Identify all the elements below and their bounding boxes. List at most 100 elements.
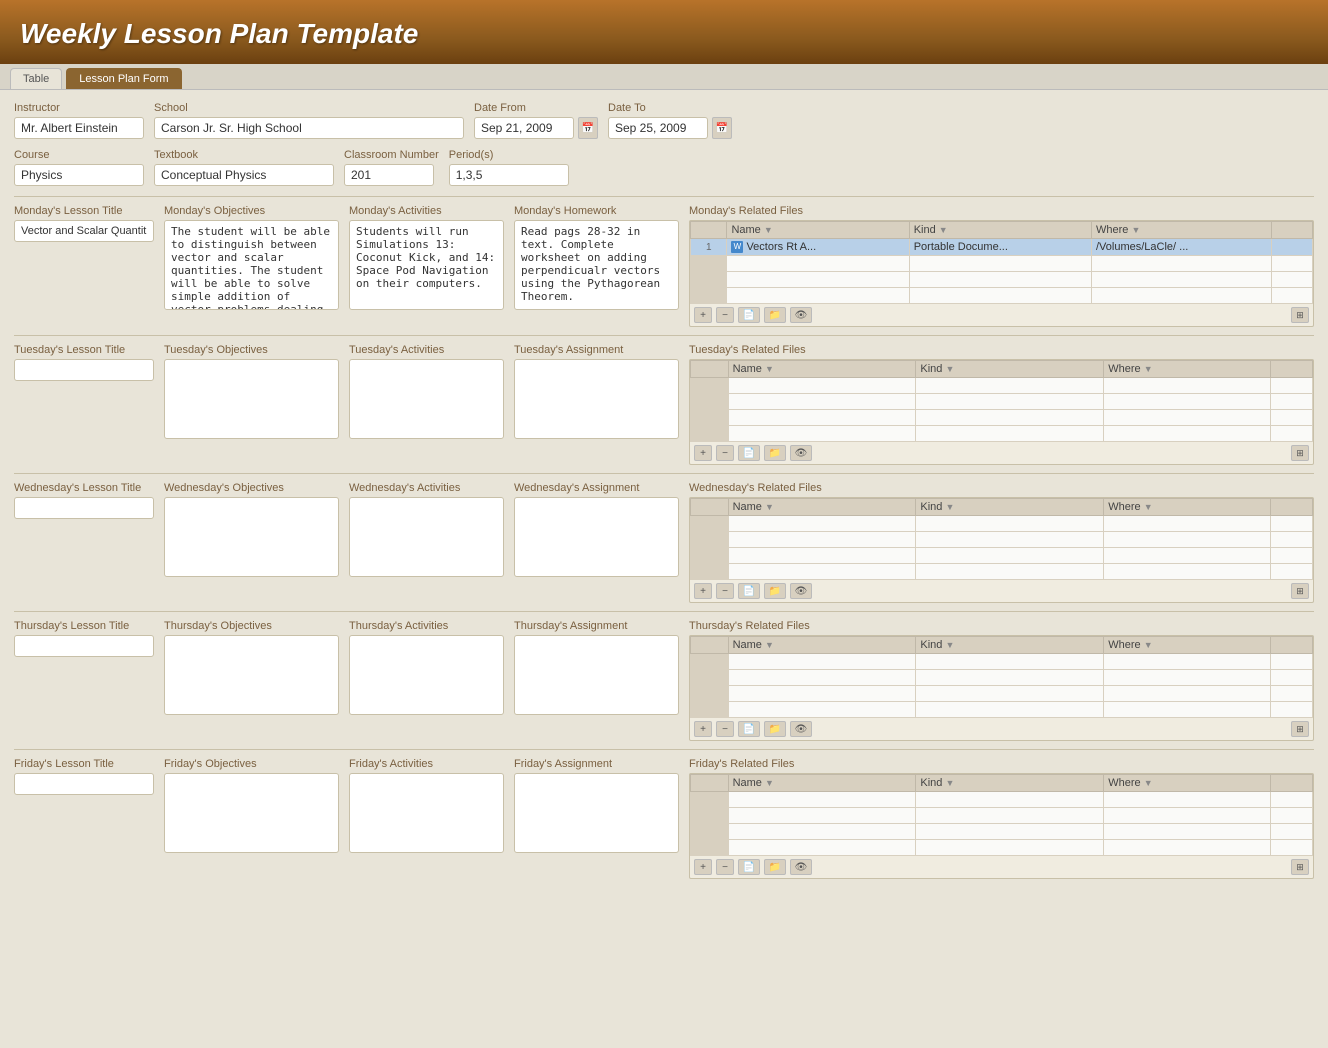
table-row[interactable] (691, 426, 1313, 442)
wednesday-files-th-where[interactable]: Where ▼ (1104, 499, 1271, 516)
thursday-files-th-kind[interactable]: Kind ▼ (916, 637, 1104, 654)
tuesday-homework-textarea[interactable] (514, 359, 679, 439)
thursday-activities-textarea[interactable] (349, 635, 504, 715)
monday-add-file-button[interactable]: + (694, 307, 712, 323)
table-row[interactable] (691, 256, 1313, 272)
monday-objectives-textarea[interactable]: The student will be able to distinguish … (164, 220, 339, 310)
monday-remove-file-button[interactable]: − (716, 307, 734, 323)
wednesday-add-file-button[interactable]: + (694, 583, 712, 599)
tuesday-files-th-name[interactable]: Name ▼ (728, 361, 916, 378)
friday-activities-textarea[interactable] (349, 773, 504, 853)
textbook-input[interactable] (154, 164, 334, 186)
friday-eye-button[interactable]: 👁 (790, 859, 812, 875)
monday-folder-button[interactable]: 📁 (764, 307, 786, 323)
table-row[interactable]: 1 WVectors Rt A... Portable Docume... /V… (691, 239, 1313, 256)
thursday-add-file-button[interactable]: + (694, 721, 712, 737)
table-row[interactable] (691, 792, 1313, 808)
tuesday-add-file-button[interactable]: + (694, 445, 712, 461)
thursday-folder-button[interactable]: 📁 (764, 721, 786, 737)
periods-input[interactable] (449, 164, 569, 186)
tuesday-files-th-where[interactable]: Where ▼ (1104, 361, 1271, 378)
table-row[interactable] (691, 840, 1313, 856)
friday-files-th-kind[interactable]: Kind ▼ (916, 775, 1104, 792)
wednesday-files-th-kind[interactable]: Kind ▼ (916, 499, 1104, 516)
table-row[interactable] (691, 670, 1313, 686)
day-section-tuesday: Tuesday's Lesson Title Tuesday's Objecti… (14, 344, 1314, 465)
date-to-input[interactable] (608, 117, 708, 139)
monday-grid-button[interactable]: ⊞ (1291, 307, 1309, 323)
table-row[interactable] (691, 654, 1313, 670)
table-row[interactable] (691, 272, 1313, 288)
thursday-files-th-where[interactable]: Where ▼ (1104, 637, 1271, 654)
tuesday-eye-button[interactable]: 👁 (790, 445, 812, 461)
table-row[interactable] (691, 702, 1313, 718)
table-row[interactable] (691, 410, 1313, 426)
friday-new-file-button[interactable]: 📄 (738, 859, 760, 875)
table-row[interactable] (691, 394, 1313, 410)
thursday-homework-textarea[interactable] (514, 635, 679, 715)
tuesday-folder-button[interactable]: 📁 (764, 445, 786, 461)
instructor-input[interactable] (14, 117, 144, 139)
course-input[interactable] (14, 164, 144, 186)
date-from-picker-button[interactable]: 📅 (578, 117, 598, 139)
monday-title-input[interactable] (14, 220, 154, 242)
friday-remove-file-button[interactable]: − (716, 859, 734, 875)
monday-eye-button[interactable]: 👁 (790, 307, 812, 323)
table-row[interactable] (691, 686, 1313, 702)
thursday-new-file-button[interactable]: 📄 (738, 721, 760, 737)
table-row[interactable] (691, 824, 1313, 840)
monday-new-file-button[interactable]: 📄 (738, 307, 760, 323)
table-row[interactable] (691, 532, 1313, 548)
tuesday-files-th-kind[interactable]: Kind ▼ (916, 361, 1104, 378)
friday-files-th-name[interactable]: Name ▼ (728, 775, 916, 792)
monday-homework-textarea[interactable]: Read pags 28-32 in text. Complete worksh… (514, 220, 679, 310)
tab-lesson-plan-form[interactable]: Lesson Plan Form (66, 68, 181, 89)
tuesday-objectives-textarea[interactable] (164, 359, 339, 439)
tuesday-new-file-button[interactable]: 📄 (738, 445, 760, 461)
tuesday-activities-textarea[interactable] (349, 359, 504, 439)
friday-homework-textarea[interactable] (514, 773, 679, 853)
tuesday-title-input[interactable] (14, 359, 154, 381)
friday-grid-button[interactable]: ⊞ (1291, 859, 1309, 875)
wednesday-new-file-button[interactable]: 📄 (738, 583, 760, 599)
wednesday-remove-file-button[interactable]: − (716, 583, 734, 599)
classroom-input[interactable] (344, 164, 434, 186)
monday-activities-textarea[interactable]: Students will run Simulations 13: Coconu… (349, 220, 504, 310)
wednesday-title-input[interactable] (14, 497, 154, 519)
friday-title-input[interactable] (14, 773, 154, 795)
wednesday-objectives-textarea[interactable] (164, 497, 339, 577)
friday-folder-button[interactable]: 📁 (764, 859, 786, 875)
wednesday-folder-button[interactable]: 📁 (764, 583, 786, 599)
date-to-picker-button[interactable]: 📅 (712, 117, 732, 139)
wednesday-activities-textarea[interactable] (349, 497, 504, 577)
friday-objectives-textarea[interactable] (164, 773, 339, 853)
table-row[interactable] (691, 808, 1313, 824)
monday-files-th-name[interactable]: Name ▼ (727, 222, 909, 239)
thursday-objectives-textarea[interactable] (164, 635, 339, 715)
tuesday-grid-button[interactable]: ⊞ (1291, 445, 1309, 461)
table-row[interactable] (691, 288, 1313, 304)
table-row[interactable] (691, 564, 1313, 580)
wednesday-eye-button[interactable]: 👁 (790, 583, 812, 599)
wednesday-homework-textarea[interactable] (514, 497, 679, 577)
table-row[interactable] (691, 548, 1313, 564)
tab-table[interactable]: Table (10, 68, 62, 89)
thursday-grid-button[interactable]: ⊞ (1291, 721, 1309, 737)
friday-add-file-button[interactable]: + (694, 859, 712, 875)
tuesday-remove-file-button[interactable]: − (716, 445, 734, 461)
monday-files-th-kind[interactable]: Kind ▼ (909, 222, 1091, 239)
wednesday-files-th-name[interactable]: Name ▼ (728, 499, 916, 516)
thursday-remove-file-button[interactable]: − (716, 721, 734, 737)
thursday-title-input[interactable] (14, 635, 154, 657)
school-input[interactable] (154, 117, 464, 139)
wednesday-grid-button[interactable]: ⊞ (1291, 583, 1309, 599)
thursday-eye-button[interactable]: 👁 (790, 721, 812, 737)
file-where-empty (1104, 378, 1271, 394)
wednesday-files-header-row: Name ▼ Kind ▼ Where ▼ (691, 499, 1313, 516)
friday-files-th-where[interactable]: Where ▼ (1104, 775, 1271, 792)
thursday-files-th-name[interactable]: Name ▼ (728, 637, 916, 654)
table-row[interactable] (691, 378, 1313, 394)
date-from-input[interactable] (474, 117, 574, 139)
monday-files-th-where[interactable]: Where ▼ (1091, 222, 1271, 239)
table-row[interactable] (691, 516, 1313, 532)
